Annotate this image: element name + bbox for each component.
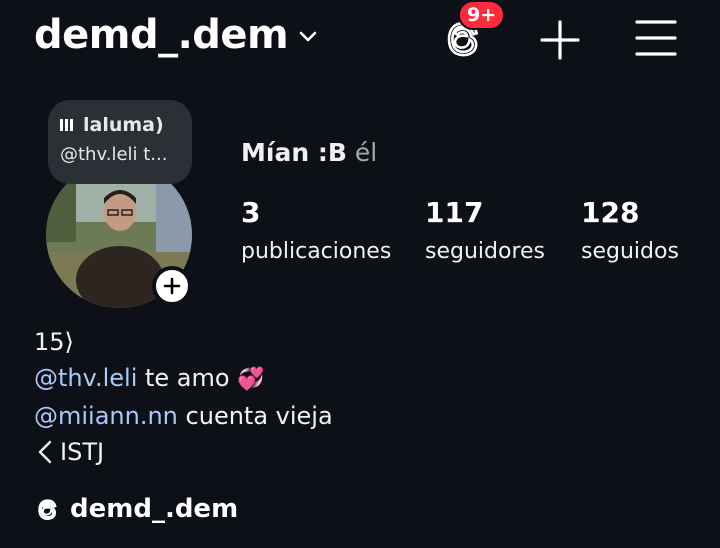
create-icon[interactable]: [538, 18, 582, 62]
following-stat[interactable]: 128 seguidos: [581, 196, 679, 264]
mention-link[interactable]: @miiann.nn: [34, 402, 178, 430]
add-story-button[interactable]: [152, 266, 192, 306]
note-song: laluma): [83, 114, 164, 136]
bio-line-4: ISTJ: [34, 434, 333, 470]
plus-icon: [163, 277, 181, 295]
threads-profile-link[interactable]: demd_.dem: [34, 494, 238, 524]
followers-label: seguidores: [425, 239, 546, 264]
followers-stat[interactable]: 117 seguidores: [425, 196, 545, 264]
bio-line-3: @miiann.nn cuenta vieja: [34, 402, 333, 430]
threads-icon: [38, 499, 57, 520]
chevron-left-icon: [38, 440, 52, 464]
bio-line-1: 15⟩: [34, 328, 74, 356]
posts-stat[interactable]: 3 publicaciones: [241, 196, 391, 264]
threads-handle: demd_.dem: [70, 494, 239, 524]
display-name-text: Mían :B: [241, 138, 347, 167]
menu-icon[interactable]: [634, 16, 678, 60]
pronouns: él: [354, 138, 378, 167]
chevron-down-icon: [299, 31, 317, 42]
following-count: 128: [581, 196, 640, 229]
bio-line-2: @thv.leli te amo 💞: [34, 364, 265, 392]
profile-note[interactable]: laluma) @thv.leli t...: [48, 100, 192, 184]
account-switcher[interactable]: demd_.dem: [34, 12, 318, 58]
hearts-emoji: 💞: [237, 367, 265, 392]
posts-count: 3: [241, 196, 261, 229]
notification-badge: 9+: [458, 0, 506, 30]
following-label: seguidos: [581, 239, 679, 264]
bio: 15⟩ @thv.leli te amo 💞 @miiann.nn cuenta…: [34, 324, 333, 470]
note-text: @thv.leli t...: [60, 144, 168, 165]
music-bars-icon: [60, 119, 73, 131]
profile-header: demd_.dem 9+: [0, 0, 720, 80]
followers-count: 117: [425, 196, 484, 229]
display-name: Mían :B él: [241, 138, 377, 167]
posts-label: publicaciones: [241, 239, 392, 264]
username: demd_.dem: [34, 12, 289, 58]
mention-link[interactable]: @thv.leli: [34, 364, 137, 392]
